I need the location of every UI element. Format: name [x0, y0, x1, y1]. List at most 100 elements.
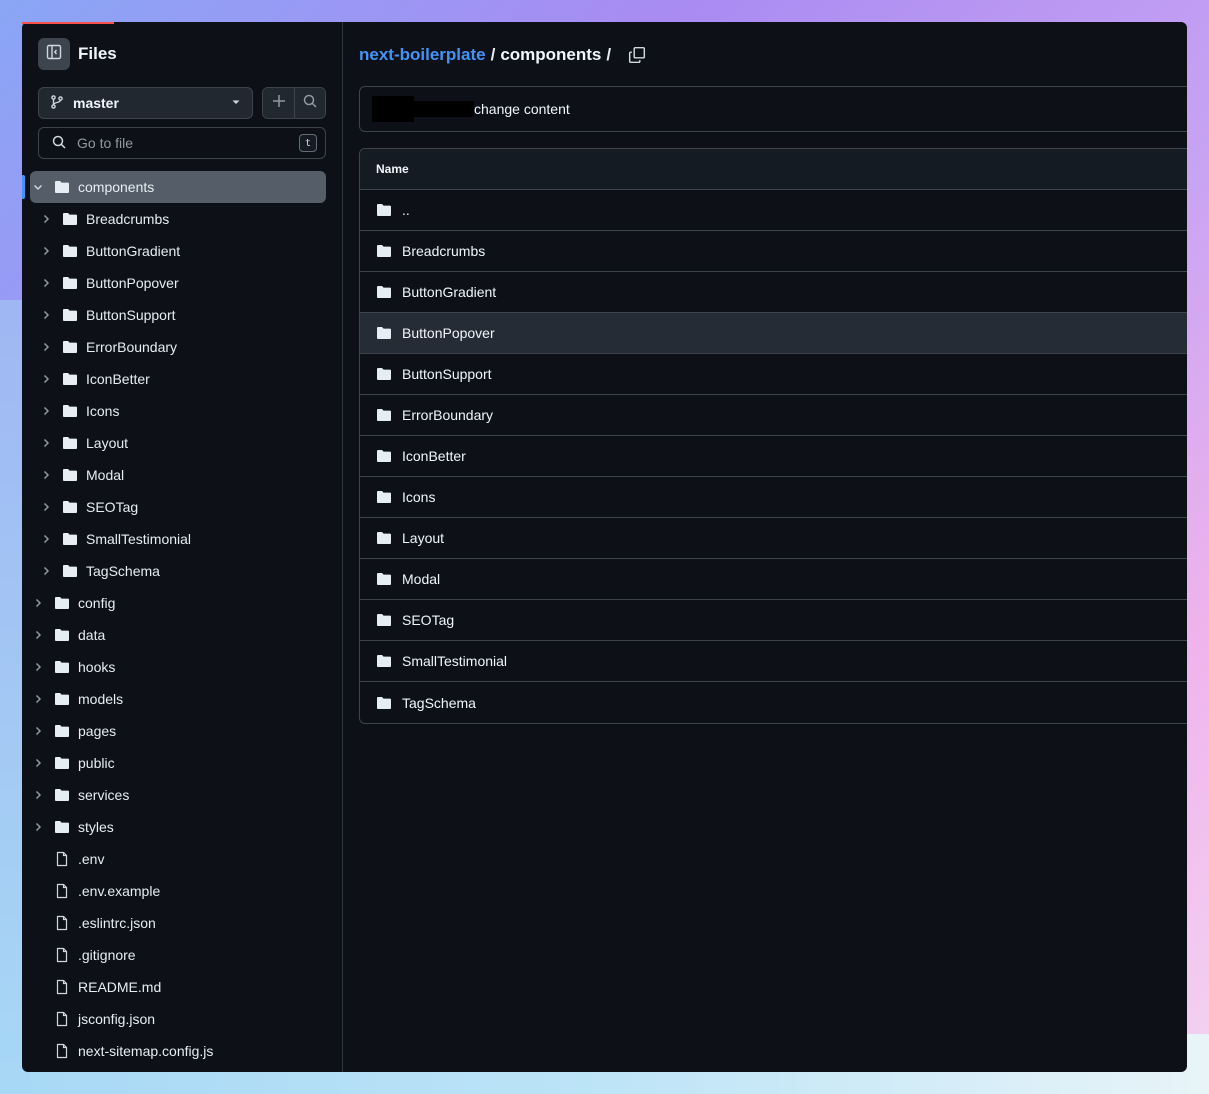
folder-icon: [62, 211, 78, 227]
search-icon: [302, 93, 318, 114]
chevron-right-icon[interactable]: [38, 563, 54, 579]
folder-icon: [54, 755, 70, 771]
table-row-name-link[interactable]: ButtonSupport: [402, 366, 492, 382]
copy-path-icon[interactable]: [628, 46, 646, 64]
table-row[interactable]: Breadcrumbs: [360, 231, 1187, 272]
table-row[interactable]: ButtonPopover: [360, 313, 1187, 354]
table-row[interactable]: IconBetter: [360, 436, 1187, 477]
table-row[interactable]: ButtonSupport: [360, 354, 1187, 395]
tree-item-label: ErrorBoundary: [86, 339, 178, 355]
tree-file[interactable]: README.md: [30, 971, 326, 1003]
tree-folder[interactable]: ButtonSupport: [30, 299, 326, 331]
chevron-right-icon[interactable]: [38, 339, 54, 355]
chevron-right-icon[interactable]: [38, 467, 54, 483]
tree-folder[interactable]: config: [30, 587, 326, 619]
chevron-right-icon[interactable]: [30, 755, 46, 771]
tree-folder[interactable]: Layout: [30, 427, 326, 459]
tree-folder[interactable]: public: [30, 747, 326, 779]
table-row-name-link[interactable]: Breadcrumbs: [402, 243, 485, 259]
tree-folder[interactable]: SEOTag: [30, 491, 326, 523]
table-row[interactable]: TagSchema: [360, 682, 1187, 723]
table-row[interactable]: ButtonGradient: [360, 272, 1187, 313]
table-row-name-link[interactable]: IconBetter: [402, 448, 466, 464]
table-row[interactable]: Layout: [360, 518, 1187, 559]
table-row-name-link[interactable]: TagSchema: [402, 695, 476, 711]
chevron-right-icon[interactable]: [38, 275, 54, 291]
tree-item-label: styles: [78, 819, 114, 835]
table-row-name-link[interactable]: ..: [402, 202, 410, 218]
tree-file[interactable]: .eslintrc.json: [30, 907, 326, 939]
table-row-name-link[interactable]: ErrorBoundary: [402, 407, 493, 423]
tree-folder[interactable]: Breadcrumbs: [30, 203, 326, 235]
folder-icon: [54, 595, 70, 611]
table-row[interactable]: Icons: [360, 477, 1187, 518]
table-row[interactable]: ..: [360, 190, 1187, 231]
tree-file[interactable]: jsconfig.json: [30, 1003, 326, 1035]
tree-file[interactable]: .env.example: [30, 875, 326, 907]
tree-file[interactable]: .gitignore: [30, 939, 326, 971]
file-icon: [54, 851, 70, 867]
chevron-right-icon[interactable]: [38, 435, 54, 451]
tree-folder[interactable]: data: [30, 619, 326, 651]
file-icon: [54, 1011, 70, 1027]
app-window: Files master Go to file t components Bre…: [22, 22, 1187, 1072]
folder-icon: [62, 243, 78, 259]
tree-folder[interactable]: hooks: [30, 651, 326, 683]
chevron-right-icon[interactable]: [38, 211, 54, 227]
tree-file[interactable]: next-sitemap.config.js: [30, 1035, 326, 1067]
table-row[interactable]: ErrorBoundary: [360, 395, 1187, 436]
tree-folder[interactable]: IconBetter: [30, 363, 326, 395]
add-file-button[interactable]: [263, 88, 294, 118]
table-row[interactable]: SmallTestimonial: [360, 641, 1187, 682]
go-to-file-input[interactable]: Go to file t: [38, 127, 326, 159]
collapse-sidebar-button[interactable]: [38, 38, 70, 70]
table-row[interactable]: Modal: [360, 559, 1187, 600]
table-row-name-link[interactable]: SmallTestimonial: [402, 653, 507, 669]
chevron-right-icon[interactable]: [38, 371, 54, 387]
table-row-name-link[interactable]: SEOTag: [402, 612, 454, 628]
chevron-right-icon[interactable]: [30, 691, 46, 707]
table-row-name-link[interactable]: ButtonGradient: [402, 284, 496, 300]
tree-folder[interactable]: services: [30, 779, 326, 811]
tree-folder[interactable]: models: [30, 683, 326, 715]
chevron-down-icon[interactable]: [30, 179, 46, 195]
chevron-right-icon[interactable]: [38, 243, 54, 259]
table-row-name-link[interactable]: Layout: [402, 530, 444, 546]
chevron-right-icon[interactable]: [30, 723, 46, 739]
table-row[interactable]: SEOTag: [360, 600, 1187, 641]
tree-folder[interactable]: pages: [30, 715, 326, 747]
table-row-name-link[interactable]: Icons: [402, 489, 435, 505]
chevron-right-icon[interactable]: [30, 659, 46, 675]
caret-down-icon: [230, 95, 242, 111]
tree-folder[interactable]: Icons: [30, 395, 326, 427]
tree-folder[interactable]: Modal: [30, 459, 326, 491]
tree-item-label: .gitignore: [78, 947, 136, 963]
table-row-name-link[interactable]: ButtonPopover: [402, 325, 495, 341]
chevron-right-icon[interactable]: [30, 595, 46, 611]
chevron-right-icon[interactable]: [30, 787, 46, 803]
chevron-right-icon[interactable]: [30, 627, 46, 643]
tree-folder[interactable]: ErrorBoundary: [30, 331, 326, 363]
tree-folder[interactable]: ButtonGradient: [30, 235, 326, 267]
branch-selector[interactable]: master: [38, 87, 253, 119]
tree-file[interactable]: .env: [30, 843, 326, 875]
folder-icon: [62, 531, 78, 547]
commit-message[interactable]: change content: [474, 101, 570, 117]
chevron-right-icon[interactable]: [38, 307, 54, 323]
tree-folder[interactable]: SmallTestimonial: [30, 523, 326, 555]
tree-folder[interactable]: components: [22, 171, 326, 203]
chevron-right-icon[interactable]: [30, 819, 46, 835]
tree-folder[interactable]: TagSchema: [30, 555, 326, 587]
chevron-right-icon[interactable]: [38, 499, 54, 515]
keyboard-shortcut-hint: t: [299, 134, 317, 152]
tree-folder[interactable]: styles: [30, 811, 326, 843]
breadcrumb-repo-link[interactable]: next-boilerplate: [359, 45, 486, 65]
chevron-right-icon[interactable]: [38, 403, 54, 419]
search-files-button[interactable]: [294, 88, 325, 118]
sidebar-header: Files: [22, 22, 342, 86]
table-row-name-link[interactable]: Modal: [402, 571, 440, 587]
chevron-right-icon[interactable]: [38, 531, 54, 547]
tree-folder[interactable]: ButtonPopover: [30, 267, 326, 299]
folder-icon: [54, 691, 70, 707]
